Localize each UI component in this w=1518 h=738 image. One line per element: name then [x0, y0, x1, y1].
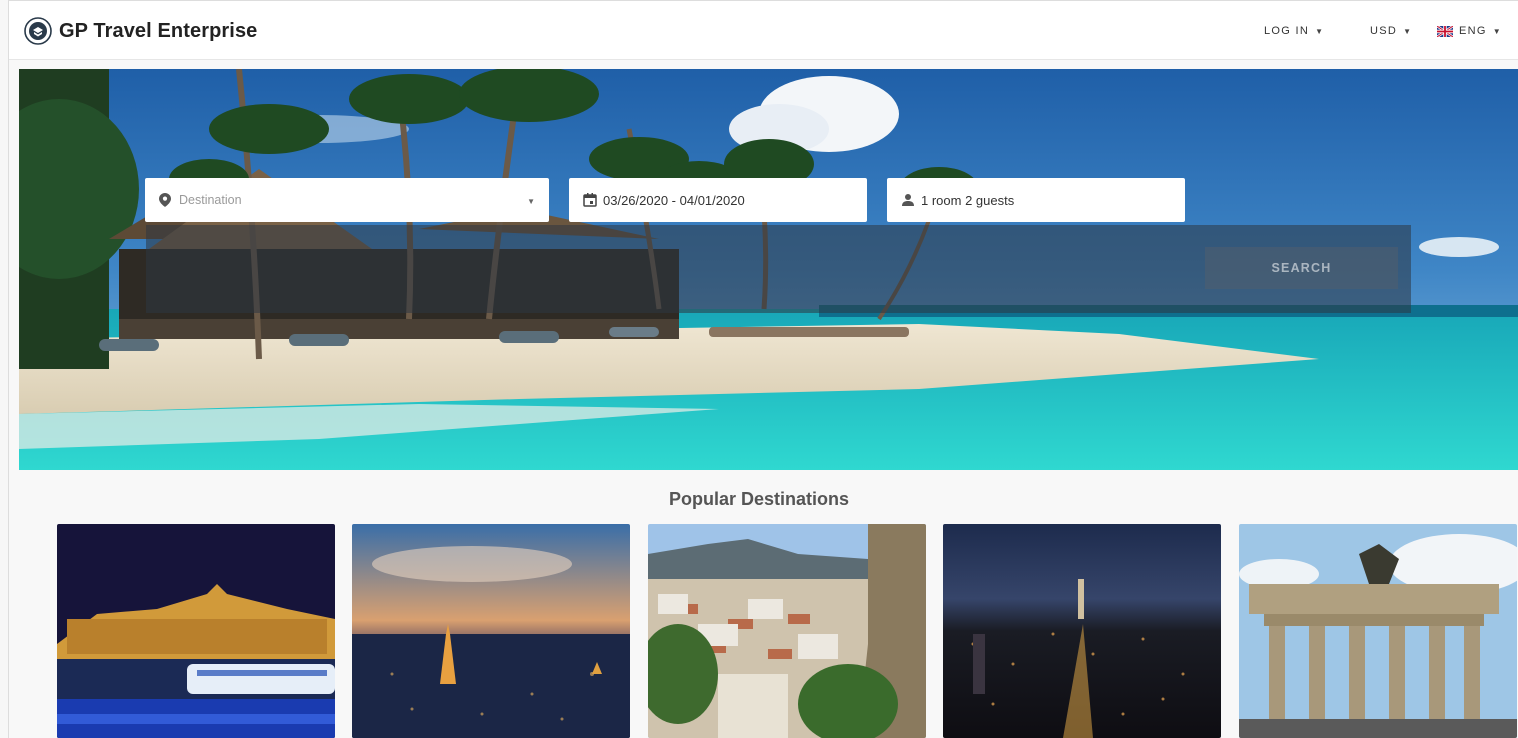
language-label: ENG	[1459, 25, 1487, 37]
new-york-image	[943, 524, 1221, 738]
brandenburg-gate-image	[1239, 524, 1517, 738]
person-icon	[901, 193, 915, 207]
login-label: LOG IN	[1264, 25, 1310, 37]
date-range-field[interactable]: 03/26/2020 - 04/01/2020	[569, 178, 867, 222]
destination-card[interactable]	[648, 524, 926, 738]
uk-flag-icon	[1437, 25, 1453, 37]
destination-placeholder: Destination	[179, 193, 242, 207]
destination-card[interactable]	[943, 524, 1221, 738]
date-range-value: 03/26/2020 - 04/01/2020	[603, 192, 745, 208]
map-pin-icon	[159, 193, 173, 207]
popular-destinations-title: Popular Destinations	[668, 489, 850, 509]
paris-image	[352, 524, 630, 738]
top-navigation-bar: GP Travel Enterprise LOG IN ▼ USD ▼ ENG …	[9, 1, 1518, 60]
globe-logo-icon[interactable]	[24, 17, 52, 45]
greek-town-image	[648, 524, 926, 738]
chevron-down-icon: ▼	[1492, 26, 1502, 36]
language-menu[interactable]: ENG ▼	[1437, 25, 1502, 37]
destination-field[interactable]: Destination ▼	[145, 178, 549, 222]
destination-card[interactable]	[352, 524, 630, 738]
login-menu[interactable]: LOG IN ▼	[1264, 25, 1324, 37]
guests-value: 1 room 2 guests	[921, 192, 1015, 208]
budapest-image	[57, 524, 335, 738]
destination-card[interactable]	[1239, 524, 1517, 738]
search-button[interactable]: SEARCH	[1205, 247, 1398, 289]
currency-menu[interactable]: USD ▼	[1370, 25, 1412, 37]
guests-field[interactable]: 1 room 2 guests	[887, 178, 1185, 222]
brand-name[interactable]: GP Travel Enterprise	[59, 20, 257, 43]
chevron-down-icon: ▼	[527, 197, 535, 206]
calendar-icon	[583, 193, 597, 207]
currency-label: USD	[1370, 25, 1398, 37]
chevron-down-icon: ▼	[1315, 26, 1325, 36]
destination-card[interactable]	[57, 524, 335, 738]
chevron-down-icon: ▼	[1403, 26, 1413, 36]
